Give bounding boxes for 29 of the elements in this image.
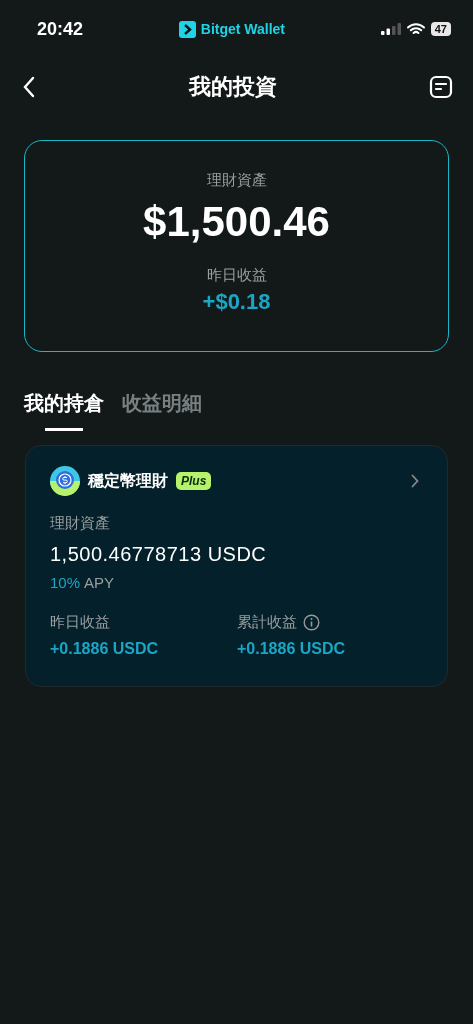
total-amount: $1,500.46: [143, 198, 330, 246]
apy-value: 10%: [50, 574, 81, 591]
document-icon[interactable]: [429, 75, 453, 99]
product-name: 穩定幣理財: [88, 470, 168, 491]
app-logo-icon: [178, 20, 196, 38]
stat-label: 累計收益: [237, 613, 297, 632]
back-icon[interactable]: [22, 76, 36, 98]
plus-badge: Plus: [176, 472, 212, 490]
tab[interactable]: 收益明細: [122, 390, 202, 431]
assets-label: 理財資產: [206, 171, 267, 190]
tab[interactable]: 我的持倉: [24, 390, 104, 431]
stat-value: +0.1886 USDC: [237, 640, 347, 658]
assets-label: 理財資產: [50, 514, 111, 533]
info-icon[interactable]: [303, 614, 320, 631]
asset-value: 1,500.46778713 USDC: [50, 543, 268, 566]
battery-level: 47: [430, 22, 451, 36]
yesterday-label: 昨日收益: [206, 266, 267, 285]
apy-label: APY: [84, 574, 115, 591]
yesterday-value: +$0.18: [202, 289, 271, 315]
status-time: 20:42: [37, 18, 84, 40]
wifi-icon: [406, 22, 425, 36]
app-name: Bitget Wallet: [200, 21, 286, 37]
stat-label: 昨日收益: [50, 613, 110, 632]
page-title: 我的投資: [188, 73, 277, 101]
stat-value: +0.1886 USDC: [50, 640, 160, 658]
holding-card[interactable]: 穩定幣理財 Plus 理財資產 1,500.46778713 USDC 10% APY 昨日收益 +0.1886 USDC 累計收益 +0.1886 USDC: [25, 445, 448, 687]
coin-icon: [50, 466, 80, 496]
chevron-right-icon: [411, 474, 419, 488]
signal-icon: [380, 23, 401, 35]
